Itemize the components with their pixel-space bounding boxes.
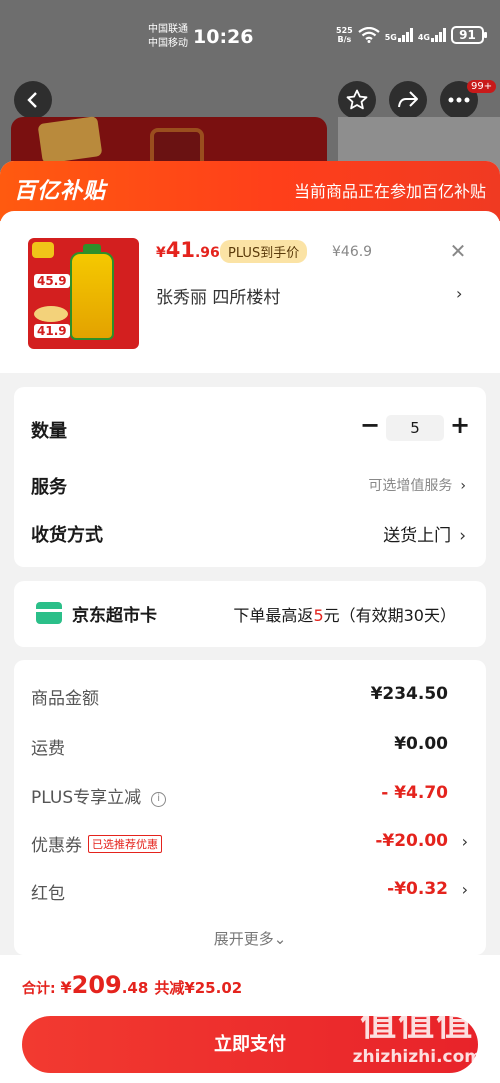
subsidy-logo: 百亿补贴 [14,179,107,204]
service-selector[interactable]: 可选增值服务 › [368,475,466,495]
carrier-info: 中国联通 中国移动 [148,23,188,51]
plus-discount-label: PLUS专享立减 i [31,783,167,808]
fee-breakdown-card: 商品金额 ¥234.50 运费 ¥0.00 PLUS专享立减 i - ¥4.70 … [14,660,486,955]
info-icon[interactable]: i [151,792,167,807]
quantity-label: 数量 [31,421,67,442]
total-currency: ¥ [60,978,72,997]
delivery-address[interactable]: 张秀丽 四所楼村 [156,283,280,308]
price-currency: ¥ [156,245,166,261]
product-price: ¥41.96 [156,238,220,262]
service-value: 可选增值服务 [368,478,453,494]
original-price: ¥46.9 [332,244,373,260]
red-packet-value[interactable]: -¥0.32 [387,879,448,899]
coupon-label: 优惠券 已选推荐优惠 [31,831,162,856]
delivery-method-label: 收货方式 [31,525,103,546]
plus-discount-text: PLUS专享立减 [31,788,142,808]
share-icon [398,91,418,108]
quantity-decrease-button[interactable]: − [360,411,380,439]
carrier-1: 中国联通 [148,24,188,35]
chevron-right-icon[interactable]: › [462,832,468,851]
shipping-value: ¥0.00 [394,734,448,754]
signal-4g-label: 4G [417,33,430,42]
dish-image [34,306,68,322]
product-card: 45.9 41.9 ¥41.96 PLUS到手价 ¥46.9 ✕ 张秀丽 四所楼… [0,211,500,373]
battery-icon: 91 [451,26,487,44]
net-speed-value: 525 [336,26,353,35]
brand-logo-image [37,116,103,164]
coupon-value[interactable]: -¥20.00 [375,831,448,851]
price-decimal: .96 [194,245,220,261]
quantity-increase-button[interactable]: + [450,411,470,439]
card-desc-suffix: 元（有效期30天） [323,606,456,625]
signal-5g-label: 5G [384,33,397,42]
card-desc-amount: 5 [313,606,324,625]
total-label: 合计: [22,981,61,997]
message-badge: 99+ [467,80,497,93]
supermarket-card-row[interactable]: 京东超市卡 下单最高返5元（有效期30天） [14,581,486,647]
service-label: 服务 [31,477,67,498]
close-icon[interactable]: ✕ [447,239,469,263]
clock: 10:26 [193,26,254,48]
goods-amount-value: ¥234.50 [370,684,448,704]
oil-bottle [70,252,114,340]
back-button[interactable] [14,81,52,119]
product-logo [32,242,54,258]
status-icons: 525 B/s 5G 4G 91 [336,26,487,44]
subsidy-text: 当前商品正在参加百亿补贴 [293,182,486,201]
checkout-footer: 合计: ¥209.48 共减¥25.02 立即支付 值值值 zhizhizhi.c… [0,955,500,1083]
wifi-icon [358,27,380,43]
supermarket-card-name: 京东超市卡 [72,606,157,626]
coupon-tag: 已选推荐优惠 [88,835,162,853]
total-saved: 共减¥25.02 [154,979,243,997]
supermarket-card-desc: 下单最高返5元（有效期30天） [233,602,456,626]
watermark-site: zhizhizhi.com [352,1047,482,1067]
share-button[interactable] [389,81,427,119]
quantity-input[interactable]: 5 [386,415,444,441]
net-speed: 525 B/s [336,26,353,44]
total-integer: 209 [71,971,122,999]
delivery-method-selector[interactable]: 送货上门 › [383,521,466,546]
card-desc-prefix: 下单最高返 [233,606,314,625]
plus-price-tag: PLUS到手价 [220,240,308,263]
chevron-right-icon: › [459,526,466,546]
product-image-final-tag: 41.9 [34,324,70,338]
chevron-right-icon: › [460,478,466,494]
goods-amount-label: 商品金额 [31,689,99,709]
delivery-method-value: 送货上门 [383,526,452,546]
chevron-right-icon[interactable]: › [456,284,462,303]
product-image: 45.9 41.9 [28,238,139,349]
carrier-2: 中国移动 [148,38,188,49]
favorite-button[interactable] [338,81,376,119]
watermark-mark: 值值值 [360,1003,475,1044]
back-arrow-icon [27,92,37,108]
signal-4g-icon: 4G [418,28,446,42]
order-total: 合计: ¥209.48 共减¥25.02 [22,971,242,999]
shipping-label: 运费 [31,739,65,759]
plus-discount-value: - ¥4.70 [381,783,448,803]
expand-more-button[interactable]: 展开更多⌄ [14,928,486,949]
options-card: 数量 − 5 + 服务 可选增值服务 › 收货方式 送货上门 › [14,387,486,567]
star-icon [346,89,368,110]
product-image-price-tag: 45.9 [34,274,70,288]
more-dots-icon [448,97,470,103]
watermark-logo: 值值值 zhizhizhi.com [353,1005,482,1071]
signal-5g-icon: 5G [385,28,413,42]
card-icon [36,602,62,624]
status-bar: 中国联通 中国移动 10:26 525 B/s 5G 4G 91 [0,0,500,76]
price-integer: 41 [165,238,195,262]
coupon-text: 优惠券 [31,836,82,856]
net-speed-unit: B/s [337,35,352,44]
checkout-sheet: 百亿补贴 当前商品正在参加百亿补贴 45.9 41.9 ¥41.96 PLUS到… [0,161,500,1083]
total-decimal: .48 [121,979,149,997]
chevron-right-icon[interactable]: › [462,880,468,899]
red-packet-label: 红包 [31,884,65,904]
